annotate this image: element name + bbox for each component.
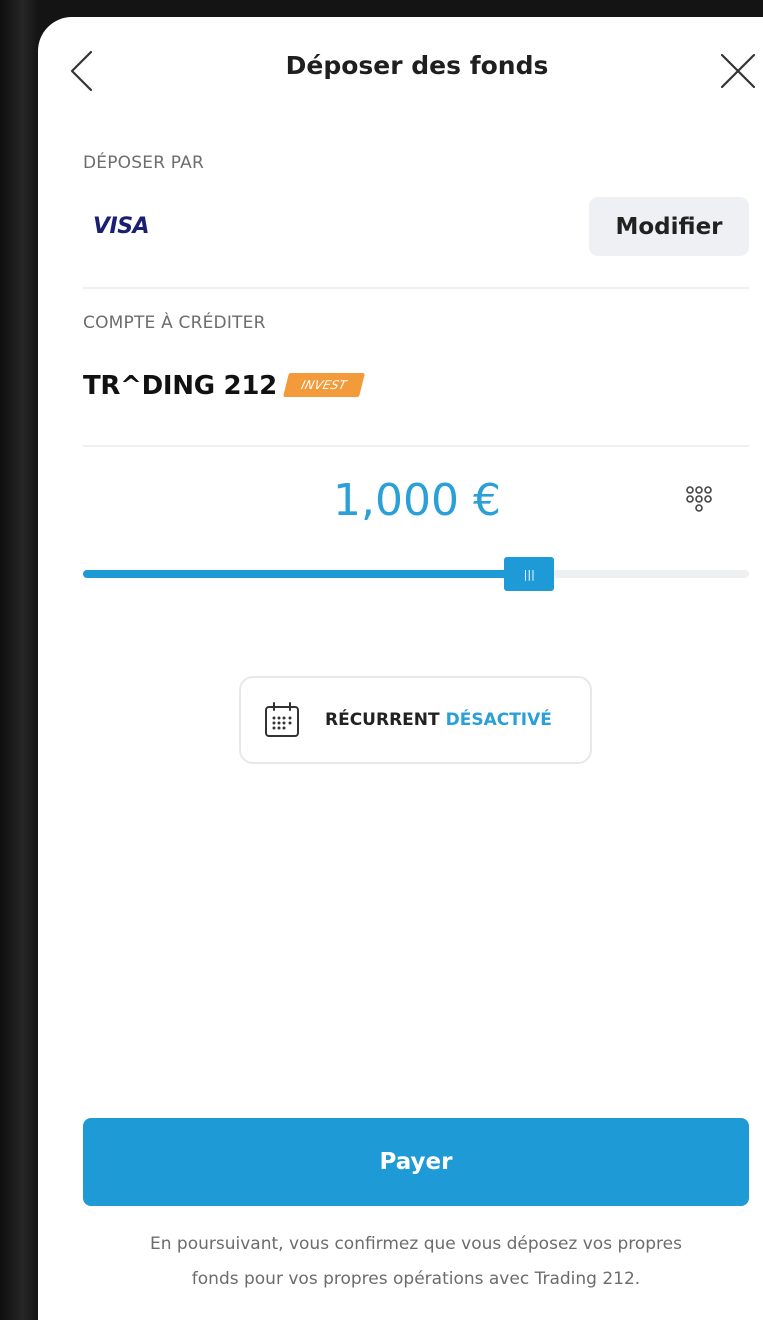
invest-badge-label: INVEST	[299, 378, 349, 392]
amount-slider-fill	[83, 570, 530, 578]
amount-slider-handle[interactable]: |||	[504, 557, 555, 591]
visa-logo: VISA	[93, 214, 150, 239]
pay-button[interactable]: Payer	[83, 1118, 749, 1206]
keypad-icon	[686, 486, 712, 512]
amount-value[interactable]: 1,000 €	[38, 475, 763, 526]
divider	[83, 287, 749, 289]
invest-badge: INVEST	[283, 373, 365, 397]
disclaimer-line: fonds pour vos propres opérations avec T…	[191, 1269, 641, 1289]
recurring-state: DÉSACTIVÉ	[445, 710, 552, 730]
target-account-label: COMPTE À CRÉDITER	[83, 313, 266, 333]
trading212-logo: TR^DING 212	[83, 371, 277, 401]
page-title: Déposer des fonds	[285, 51, 549, 80]
disclaimer-line: En poursuivant, vous confirmez que vous …	[150, 1234, 682, 1254]
close-button[interactable]	[718, 51, 758, 91]
divider	[83, 445, 749, 447]
deposit-sheet: Déposer des fonds DÉPOSER PAR VISA Modif…	[38, 17, 763, 1320]
disclaimer: En poursuivant, vous confirmez que vous …	[78, 1227, 754, 1297]
recurring-toggle[interactable]: RÉCURRENT DÉSACTIVÉ	[239, 676, 592, 764]
grip-icon: |||	[523, 567, 535, 581]
recurring-label: RÉCURRENT	[325, 710, 440, 730]
deposit-method-label: DÉPOSER PAR	[83, 153, 205, 173]
calendar-icon	[265, 702, 299, 737]
modify-payment-button[interactable]: Modifier	[589, 197, 749, 256]
keypad-button[interactable]	[684, 485, 714, 521]
close-icon	[720, 53, 756, 89]
